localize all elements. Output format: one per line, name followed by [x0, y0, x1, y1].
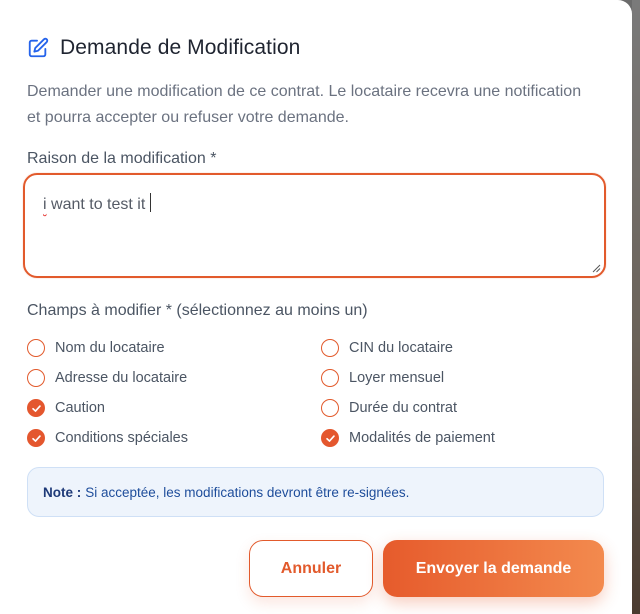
field-option-label: Adresse du locataire: [55, 370, 188, 386]
field-option[interactable]: Conditions spéciales: [27, 427, 188, 449]
dialog-description: Demander une modification de ce contrat.…: [27, 83, 582, 126]
field-option-label: Loyer mensuel: [349, 370, 445, 386]
reason-label: Raison de la modification *: [27, 150, 217, 167]
field-option-label: Caution: [55, 400, 105, 416]
checked-checkbox[interactable]: [321, 429, 339, 447]
resize-handle-icon[interactable]: [591, 263, 601, 273]
field-option[interactable]: Durée du contrat: [321, 397, 457, 419]
modification-request-dialog: Demande de Modification Demander une mod…: [0, 0, 632, 614]
unchecked-checkbox[interactable]: [321, 399, 339, 417]
dialog-header: Demande de Modification: [27, 36, 300, 60]
edit-icon: [28, 37, 49, 58]
checkmark-icon: [31, 404, 41, 412]
checked-checkbox[interactable]: [27, 399, 45, 417]
field-option-label: Modalités de paiement: [349, 430, 495, 446]
fields-label: Champs à modifier * (sélectionnez au moi…: [27, 302, 368, 319]
field-option-label: Conditions spéciales: [55, 430, 188, 446]
dialog-title: Demande de Modification: [60, 36, 301, 59]
unchecked-checkbox[interactable]: [321, 369, 339, 387]
field-option[interactable]: Nom du locataire: [27, 337, 165, 359]
submit-request-button[interactable]: Envoyer la demande: [383, 540, 604, 597]
checked-checkbox[interactable]: [27, 429, 45, 447]
field-option[interactable]: Adresse du locataire: [27, 367, 187, 389]
reason-value-rest: want to test it: [46, 196, 146, 213]
unchecked-checkbox[interactable]: [321, 339, 339, 357]
reason-textarea[interactable]: i want to test it: [23, 173, 606, 278]
unchecked-checkbox[interactable]: [27, 339, 45, 357]
cancel-button[interactable]: Annuler: [249, 540, 373, 597]
field-option[interactable]: Caution: [27, 397, 105, 419]
checkmark-icon: [325, 434, 335, 442]
checkmark-icon: [31, 434, 41, 442]
backdrop: [632, 0, 640, 614]
field-option-label: Nom du locataire: [55, 340, 165, 356]
field-option[interactable]: CIN du locataire: [321, 337, 453, 359]
text-caret: [150, 193, 152, 212]
reason-value: i want to test it: [43, 193, 152, 214]
field-option-label: CIN du locataire: [349, 340, 453, 356]
unchecked-checkbox[interactable]: [27, 369, 45, 387]
field-option[interactable]: Loyer mensuel: [321, 367, 444, 389]
note-prefix: Note :: [43, 484, 82, 500]
field-option[interactable]: Modalités de paiement: [321, 427, 495, 449]
note-text: Si acceptée, les modifications devront ê…: [85, 484, 410, 500]
field-option-label: Durée du contrat: [349, 400, 458, 416]
note-box: Note : Si acceptée, les modifications de…: [27, 467, 604, 517]
